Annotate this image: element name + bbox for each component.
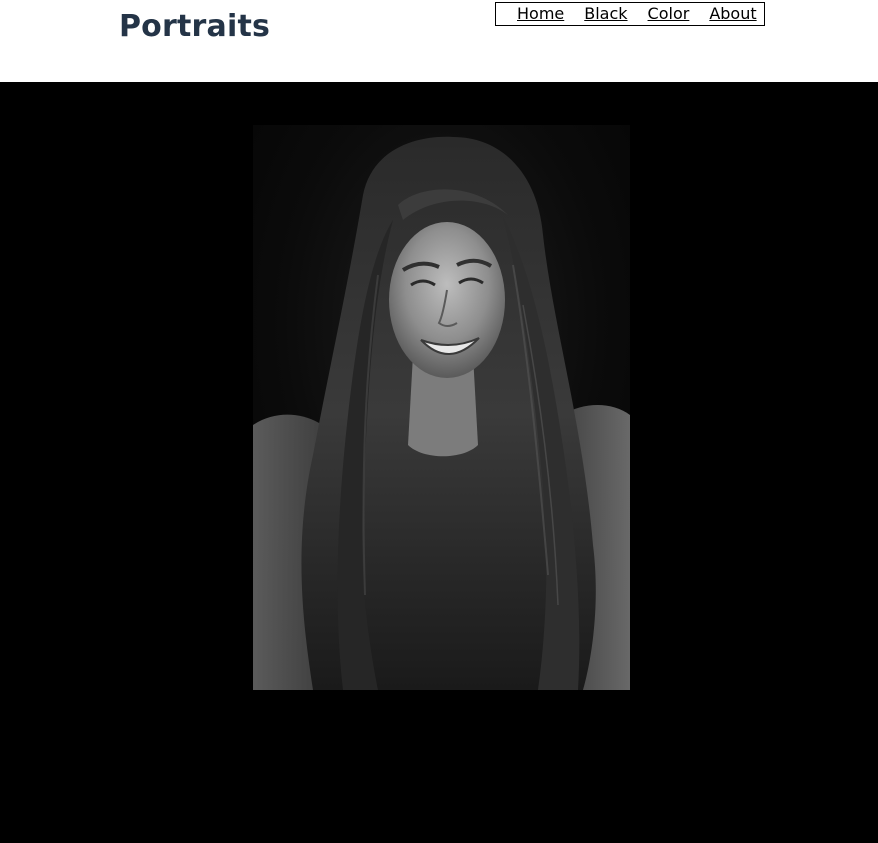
portrait-photo[interactable] xyxy=(253,125,630,690)
portrait-illustration xyxy=(253,125,630,690)
nav-link-color[interactable]: Color xyxy=(648,3,690,25)
nav-link-about[interactable]: About xyxy=(709,3,756,25)
main-nav: Home Black Color About xyxy=(495,2,765,26)
site-title[interactable]: Portraits xyxy=(119,7,270,47)
nav-link-home[interactable]: Home xyxy=(517,3,564,25)
gallery-stage xyxy=(0,82,878,843)
nav-link-black[interactable]: Black xyxy=(584,3,627,25)
site-header: Portraits Home Black Color About xyxy=(0,0,878,82)
